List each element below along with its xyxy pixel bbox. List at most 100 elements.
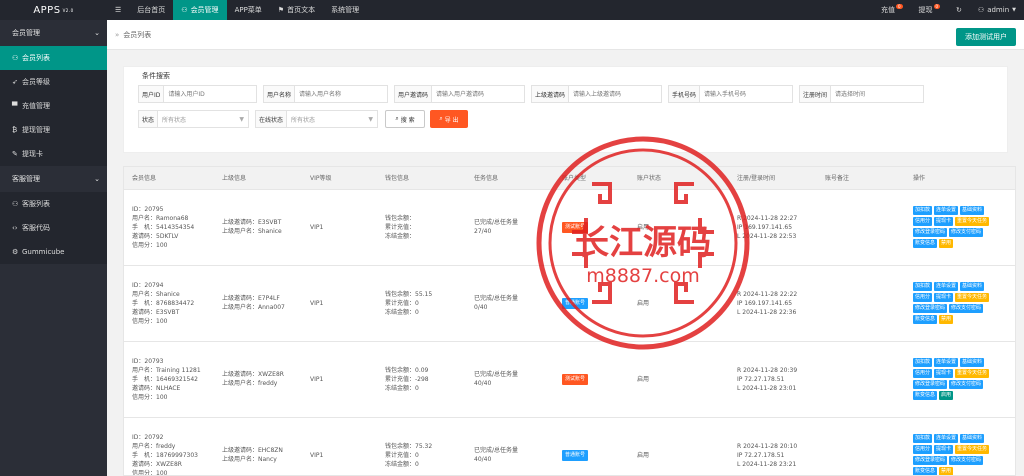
nav-member-management[interactable]: ⚇ 会员管理 [173, 0, 227, 20]
op-button[interactable]: 基础资料 [960, 282, 985, 291]
task-info-line: 已完成/总任务量 [474, 371, 519, 378]
op-button[interactable]: 修改登录密码 [913, 456, 948, 465]
wallet-info-line: 累计充值：0 [385, 451, 419, 459]
online-status-select[interactable]: 在线状态 所有状态 ▼ [255, 110, 378, 128]
op-button[interactable]: 重置今天任务 [955, 369, 990, 378]
user-id-input[interactable] [164, 87, 256, 101]
op-button[interactable]: 提现卡 [934, 369, 954, 378]
sidebar-item-withdraw[interactable]: ₿ 提现管理 [0, 118, 107, 142]
member-info-line: ID：20794 [132, 281, 164, 289]
op-button[interactable]: 提现卡 [934, 293, 954, 302]
table-row: ID：20792 用户名：freddy 手 机：18769997303 邀请码：XWZ… [124, 417, 1015, 475]
search-button[interactable]: ⌕ 搜 索 [385, 110, 425, 128]
register-time-input[interactable] [831, 87, 923, 101]
op-button[interactable]: 连单设置 [934, 206, 959, 215]
parent-code-input[interactable] [569, 87, 661, 101]
online-status-label: 在线状态 [256, 111, 288, 127]
withdraw-link[interactable]: 提现 0 [911, 0, 949, 20]
export-button[interactable]: ⌕ 导 出 [430, 110, 468, 128]
phone-input[interactable] [700, 87, 792, 101]
account-type-tag: 普通账号 [562, 297, 589, 309]
op-button[interactable]: 重置今天任务 [955, 445, 990, 454]
operations: 加扣款 连单设置 基础资料信用分 提现卡 重置今天任务 修改登录密码 修改支付密码账变信息禁… [905, 265, 1015, 342]
op-button[interactable]: 修改支付密码 [949, 304, 984, 313]
login-times: R 2024-11-28 20:10 IP 72.27.178.51 L 2024-… [729, 417, 817, 475]
operations: 加扣款 连单设置 基础资料信用分 提现卡 重置今天任务 修改登录密码 修改支付密码账变信息禁… [905, 189, 1015, 266]
op-button[interactable]: 信用分 [913, 217, 933, 226]
op-button[interactable]: 修改登录密码 [913, 380, 948, 389]
op-button[interactable]: 加扣款 [913, 358, 933, 367]
op-button[interactable]: 重置今天任务 [955, 217, 990, 226]
op-button[interactable]: 加扣款 [913, 282, 933, 291]
refresh-icon[interactable]: ↻ [948, 0, 970, 20]
column-header: 账号备注 [817, 167, 905, 190]
sidebar-group-member[interactable]: 会员管理 ⌄ [0, 20, 107, 46]
task-info-line: 已完成/总任务量 [474, 295, 519, 302]
op-button[interactable]: 账变信息 [913, 467, 938, 475]
op-button[interactable]: 修改登录密码 [913, 228, 948, 237]
sidebar-item-withdraw-card[interactable]: ✎ 提现卡 [0, 142, 107, 166]
op-button[interactable]: 基础资料 [960, 358, 985, 367]
search-legend: 条件搜索 [142, 72, 170, 80]
op-button[interactable]: 信用分 [913, 369, 933, 378]
op-button[interactable]: 禁用 [939, 239, 954, 248]
login-times-line: R 2024-11-28 20:39 [737, 366, 798, 374]
sidebar-item-service-list[interactable]: ⚇ 客服列表 [0, 192, 107, 216]
op-button[interactable]: 加扣款 [913, 206, 933, 215]
op-button[interactable]: 信用分 [913, 445, 933, 454]
op-button[interactable]: 基础资料 [960, 206, 985, 215]
operations: 加扣款 连单设置 基础资料信用分 提现卡 重置今天任务 修改登录密码 修改支付密码账变信息禁… [905, 417, 1015, 475]
sidebar-item-member-level[interactable]: ➶ 会员等级 [0, 70, 107, 94]
nav-system[interactable]: 系统管理 [323, 0, 367, 20]
nav-home[interactable]: 后台首页 [129, 0, 173, 20]
op-button[interactable]: 连单设置 [934, 358, 959, 367]
sidebar-group-service[interactable]: 客服管理 ⌄ [0, 166, 107, 192]
sidebar-toggle-icon[interactable]: ☰ [107, 0, 129, 20]
op-button[interactable]: 加扣款 [913, 434, 933, 443]
nav-app-menu[interactable]: APP菜单 [227, 0, 270, 20]
op-button[interactable]: 账变信息 [913, 315, 938, 324]
account-type-tag: 普通账号 [562, 449, 589, 461]
sidebar-item-service-code[interactable]: ‹› 客服代码 [0, 216, 107, 240]
op-button[interactable]: 基础资料 [960, 434, 985, 443]
op-button[interactable]: 禁用 [939, 467, 954, 475]
user-id-label: 用户ID [139, 86, 165, 102]
sidebar-item-recharge[interactable]: ▀ 充值管理 [0, 94, 107, 118]
op-button[interactable]: 重置今天任务 [955, 293, 990, 302]
account-status: 启用 [629, 341, 729, 418]
sidebar-item-member-list[interactable]: ⚇ 会员列表 [0, 46, 107, 70]
nav-home-text[interactable]: ⚑ 首页文本 [270, 0, 323, 20]
op-button[interactable]: 连单设置 [934, 434, 959, 443]
op-button[interactable]: 账变信息 [913, 239, 938, 248]
vip-level: VIP1 [302, 189, 377, 266]
login-times-line: IP 169.197.141.65 [737, 299, 793, 307]
op-button[interactable]: 信用分 [913, 293, 933, 302]
register-time-label: 注册时间 [800, 86, 832, 102]
phone-field: 手机号码 [668, 85, 793, 103]
op-button[interactable]: 禁用 [939, 315, 954, 324]
users-icon: ⚇ [12, 200, 19, 208]
recharge-link[interactable]: 充值 0 [873, 0, 911, 20]
op-button[interactable]: 连单设置 [934, 282, 959, 291]
column-header: 会员信息 [124, 167, 214, 190]
member-info-line: 邀请码：XWZE8R [132, 460, 182, 468]
parent-info-line: 上级用户名：freddy [222, 380, 278, 387]
op-button[interactable]: 账变信息 [913, 391, 938, 400]
user-name-input[interactable] [295, 87, 387, 101]
sidebar-item-gummicube[interactable]: ⚙ Gummicube [0, 240, 107, 264]
op-button[interactable]: 提现卡 [934, 445, 954, 454]
user-menu[interactable]: ⚇ admin ▼ [970, 0, 1024, 20]
op-button[interactable]: 修改登录密码 [913, 304, 948, 313]
parent-code-field: 上级邀请码 [531, 85, 662, 103]
op-button[interactable]: 修改支付密码 [949, 228, 984, 237]
column-header: 操作 [905, 167, 1015, 190]
op-button[interactable]: 启用 [939, 391, 954, 400]
op-button[interactable]: 修改支付密码 [949, 380, 984, 389]
account-status: 启用 [629, 189, 729, 266]
op-button[interactable]: 提现卡 [934, 217, 954, 226]
status-select[interactable]: 状态 所有状态 ▼ [138, 110, 249, 128]
login-times: R 2024-11-28 22:27 IP 169.197.141.65 L 202… [729, 189, 817, 266]
add-test-user-button[interactable]: 添加测试用户 [956, 28, 1016, 46]
invite-code-input[interactable] [432, 87, 524, 101]
op-button[interactable]: 修改支付密码 [949, 456, 984, 465]
